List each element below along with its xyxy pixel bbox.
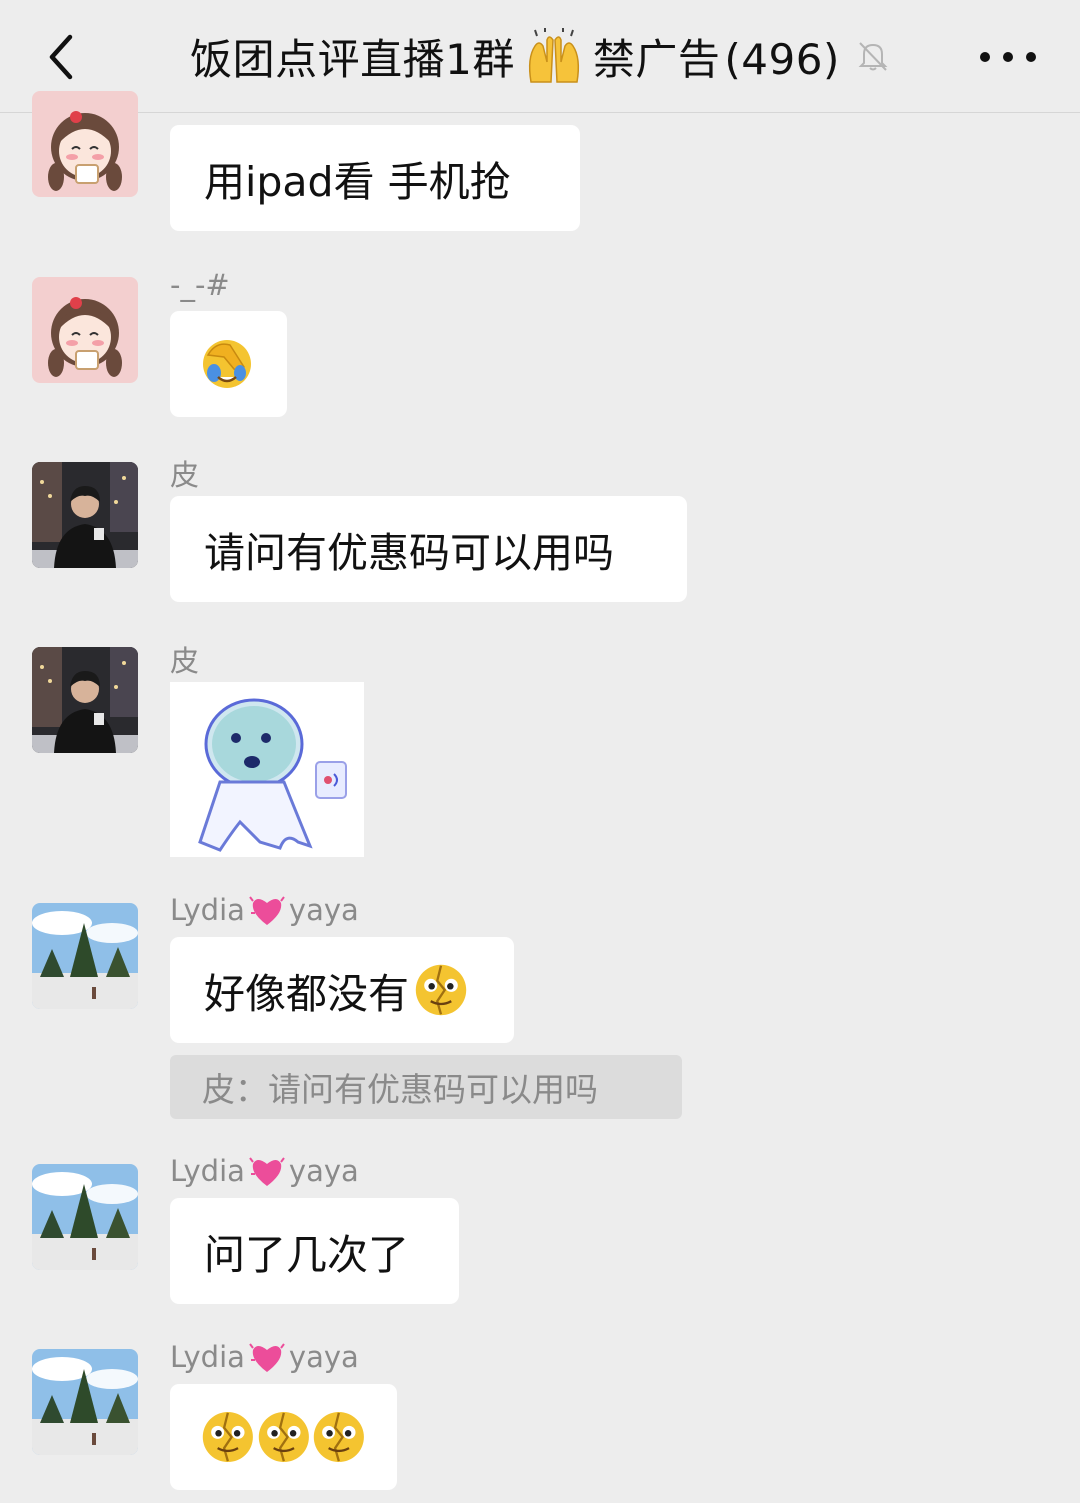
quoted-message-text: 皮：请问有优惠码可以用吗 [202, 1070, 598, 1109]
avatar[interactable] [32, 903, 138, 1009]
sticker-image[interactable] [170, 682, 364, 857]
more-dots-icon [1026, 52, 1036, 62]
sender-name: 皮 [170, 458, 200, 492]
ghost-sticker [198, 698, 347, 852]
cracked-face-emoji [311, 1409, 367, 1465]
sender-name-suffix: yaya [288, 893, 359, 927]
landscape-avatar [32, 1349, 138, 1455]
facepalm-emoji [203, 340, 251, 388]
cartoon-girl-avatar [32, 277, 138, 383]
cracked-face-emoji [256, 1409, 312, 1465]
cracked-face-emoji [200, 1409, 256, 1465]
sender-name-suffix: yaya [288, 1340, 359, 1374]
more-dots-icon [980, 52, 990, 62]
more-dots-icon [1003, 52, 1013, 62]
back-button[interactable] [34, 28, 86, 86]
message-bubble[interactable]: 问了几次了 [170, 1198, 459, 1304]
sender-name-suffix: yaya [288, 1154, 359, 1188]
man-in-black-coat-avatar [32, 647, 138, 753]
raising-hands-emoji-icon [528, 28, 579, 83]
sender-name-prefix: Lydia [170, 1154, 245, 1188]
avatar[interactable] [32, 91, 138, 197]
mute-bell-icon [858, 42, 888, 71]
avatar[interactable] [32, 1164, 138, 1270]
message-bubble[interactable]: 用ipad看 手机抢 [170, 125, 580, 231]
chat-title-prefix: 饭团点评直播1群 [190, 34, 515, 84]
sparkling-heart-emoji [249, 1157, 285, 1186]
chat-title[interactable]: 饭团点评直播1群 禁广告(496) [150, 24, 930, 88]
more-options-button[interactable] [980, 40, 1036, 74]
avatar[interactable] [32, 1349, 138, 1455]
sender-name-prefix: Lydia [170, 1340, 245, 1374]
cartoon-girl-avatar [32, 91, 138, 197]
man-in-black-coat-avatar [32, 462, 138, 568]
sender-name: -_-# [170, 268, 230, 302]
message-bubble[interactable]: 请问有优惠码可以用吗 [170, 496, 687, 602]
message-text: 问了几次了 [204, 1231, 409, 1279]
sparkling-heart-emoji [249, 896, 285, 925]
avatar[interactable] [32, 277, 138, 383]
chat-header: 饭团点评直播1群 禁广告(496) [0, 0, 1080, 113]
landscape-avatar [32, 1164, 138, 1270]
message-bubble[interactable] [170, 1384, 397, 1490]
cracked-face-emoji [413, 962, 469, 1018]
member-count: (496) [724, 34, 840, 84]
landscape-avatar [32, 903, 138, 1009]
message-text: 用ipad看 手机抢 [204, 158, 511, 206]
avatar[interactable] [32, 647, 138, 753]
sender-name: Lydia yaya [170, 1340, 359, 1374]
sender-name-prefix: Lydia [170, 893, 245, 927]
chat-title-suffix: 禁广告(496) [593, 26, 840, 87]
back-arrow-icon [49, 34, 73, 80]
no-ads-label: 禁广告 [592, 34, 721, 84]
sparkling-heart-emoji [249, 1343, 285, 1372]
avatar[interactable] [32, 462, 138, 568]
quoted-message[interactable]: 皮：请问有优惠码可以用吗 [170, 1055, 682, 1119]
message-text: 请问有优惠码可以用吗 [204, 529, 614, 577]
message-bubble[interactable] [170, 311, 287, 417]
sender-name: Lydia yaya [170, 893, 359, 927]
sender-name: 皮 [170, 644, 200, 678]
message-text: 好像都没有 [204, 970, 409, 1018]
message-bubble[interactable]: 好像都没有 [170, 937, 514, 1043]
sender-name: Lydia yaya [170, 1154, 359, 1188]
